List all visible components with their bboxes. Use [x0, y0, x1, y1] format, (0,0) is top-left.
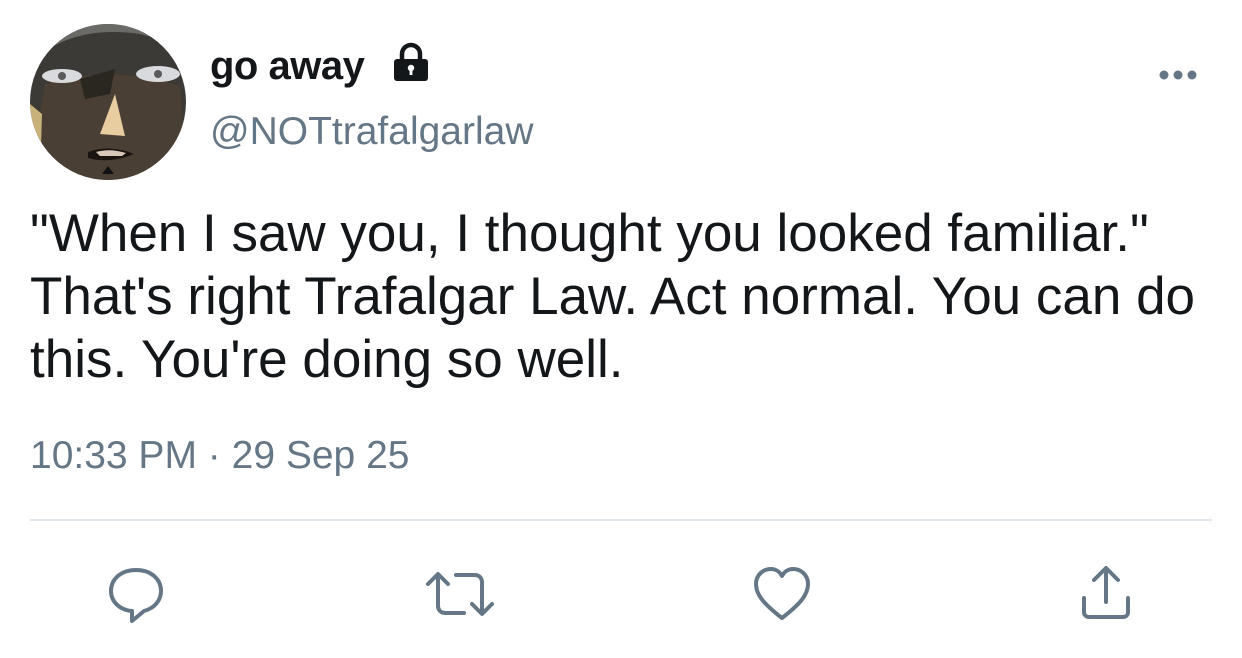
tweet-text: "When I saw you, I thought you looked fa… [30, 204, 1196, 389]
retweet-icon[interactable] [424, 562, 494, 626]
tweet-card: go away @NOTtrafalgarlaw "When I saw you… [0, 0, 1242, 658]
user-handle[interactable]: @NOTtrafalgarlaw [210, 110, 534, 154]
share-icon[interactable] [1074, 562, 1138, 626]
timestamp-separator: · [207, 434, 221, 477]
tweet-date: 29 Sep 25 [231, 434, 410, 477]
tweet-time: 10:33 PM [30, 434, 197, 477]
more-icon[interactable] [1156, 60, 1200, 90]
lock-icon [389, 40, 433, 84]
reply-icon[interactable] [104, 562, 168, 626]
divider [30, 519, 1212, 521]
heart-icon[interactable] [750, 562, 814, 626]
display-name[interactable]: go away [210, 44, 365, 89]
avatar[interactable] [30, 24, 186, 180]
tweet-timestamp[interactable]: 10:33 PM · 29 Sep 25 [30, 434, 409, 478]
